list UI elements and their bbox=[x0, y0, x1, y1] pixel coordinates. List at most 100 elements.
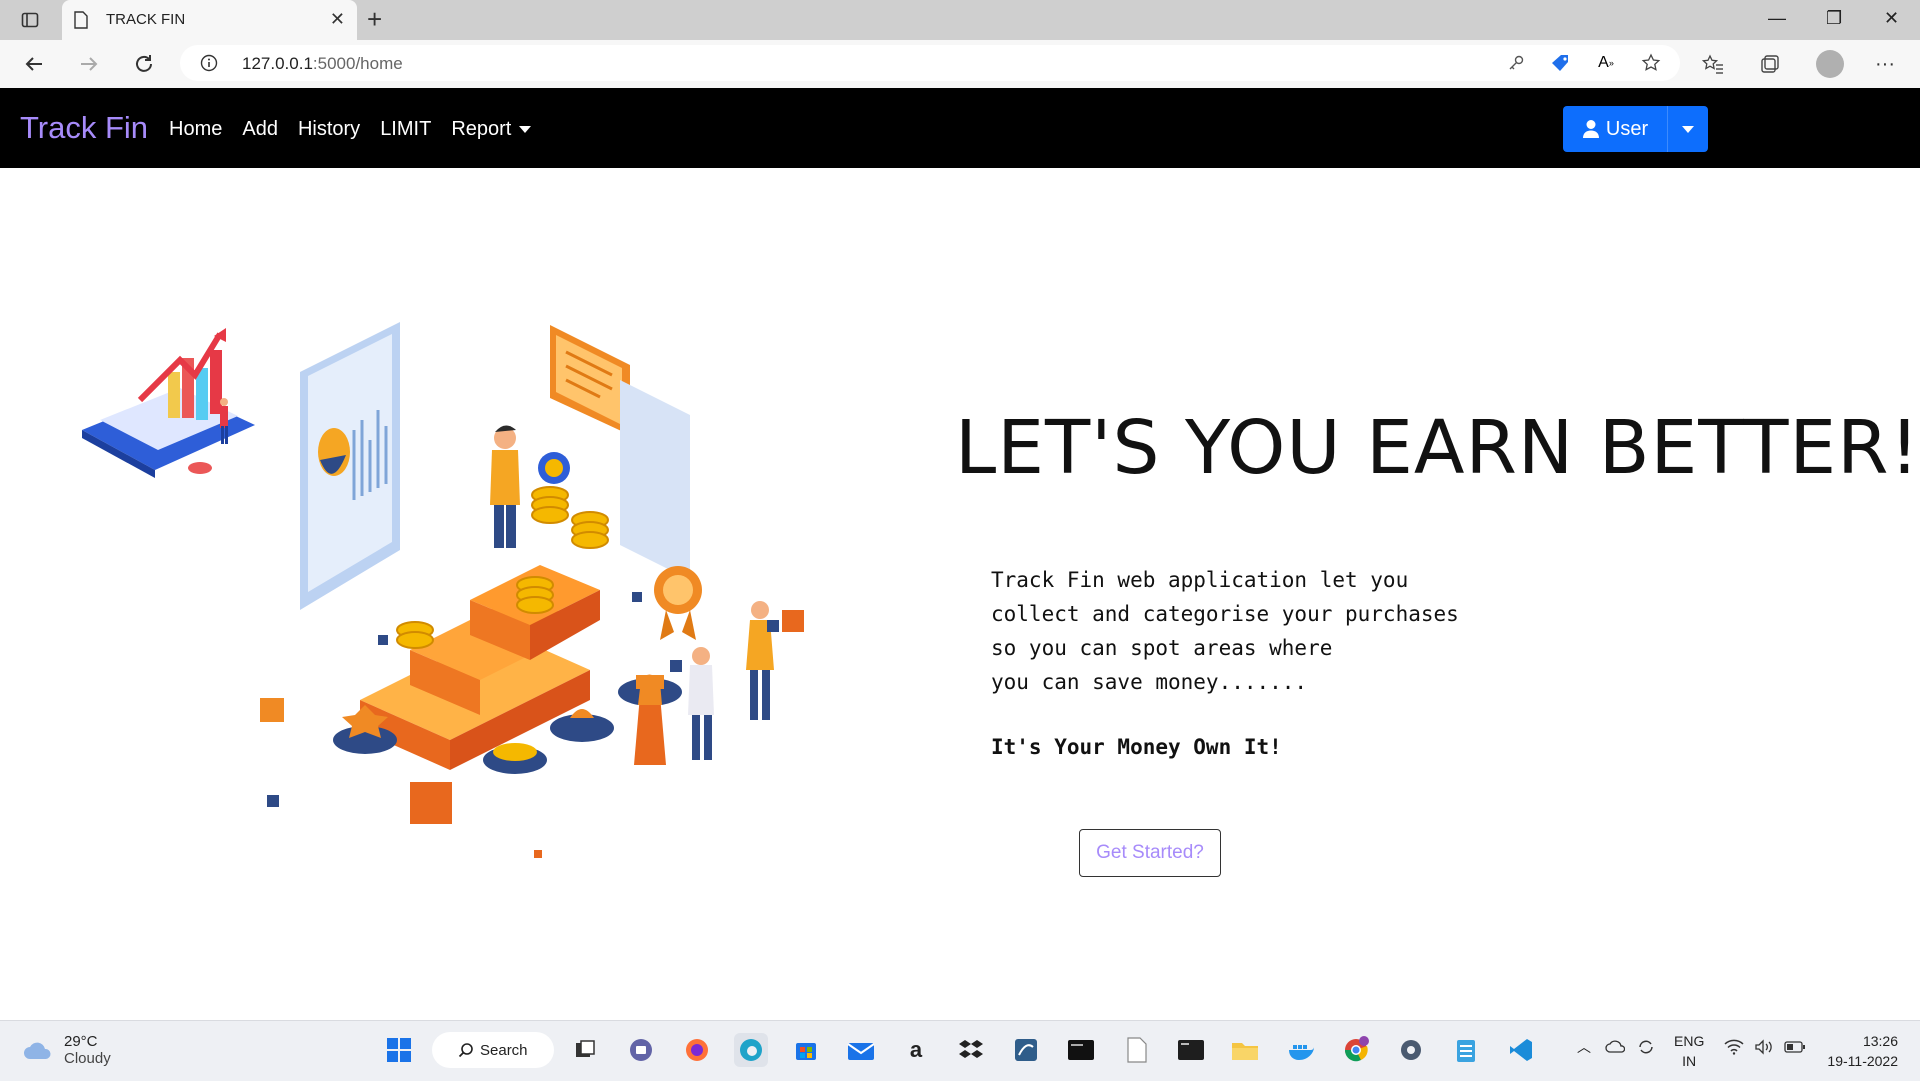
reload-button[interactable] bbox=[130, 50, 158, 78]
language-indicator[interactable]: ENG IN bbox=[1674, 1031, 1704, 1071]
coupon-tag-icon[interactable] bbox=[1550, 52, 1572, 74]
nav-links: Home Add History LIMIT Report bbox=[169, 118, 532, 141]
weather-text: Cloudy bbox=[64, 1050, 111, 1067]
taskbar-clock[interactable]: 13:26 19-11-2022 bbox=[1827, 1031, 1898, 1071]
taskbar-search[interactable]: Search bbox=[432, 1032, 554, 1068]
brand-logo[interactable]: Track Fin bbox=[20, 110, 148, 146]
address-input[interactable]: 127.0.0.1:5000/home A» bbox=[180, 45, 1680, 81]
volume-icon[interactable] bbox=[1754, 1039, 1774, 1058]
edge-icon[interactable] bbox=[734, 1033, 768, 1067]
window-close-icon[interactable]: ✕ bbox=[1884, 8, 1899, 29]
language-text: ENG bbox=[1674, 1033, 1705, 1049]
tab-close-icon[interactable]: ✕ bbox=[330, 9, 345, 30]
get-started-button[interactable]: Get Started? bbox=[1079, 829, 1221, 877]
description-line: Track Fin web application let you bbox=[991, 568, 1409, 592]
nav-report-label: Report bbox=[451, 118, 512, 140]
site-info-icon[interactable] bbox=[200, 54, 218, 72]
finance-illustration bbox=[82, 322, 804, 858]
sync-icon[interactable] bbox=[1636, 1037, 1656, 1060]
vscode-icon[interactable] bbox=[1504, 1033, 1538, 1067]
user-button[interactable]: User bbox=[1563, 106, 1668, 152]
reload-icon bbox=[136, 55, 152, 72]
settings-gear-icon[interactable] bbox=[1394, 1033, 1428, 1067]
chat-bubble bbox=[550, 325, 630, 435]
nav-limit-link[interactable]: LIMIT bbox=[380, 118, 431, 141]
weather-widget[interactable]: 29°C Cloudy bbox=[22, 1033, 111, 1067]
hero-tagline: It's Your Money Own It! bbox=[991, 735, 1282, 759]
minimize-icon[interactable]: — bbox=[1768, 8, 1786, 29]
store-icon[interactable] bbox=[789, 1033, 823, 1067]
page-icon bbox=[74, 11, 88, 29]
description-line: so you can spot areas where bbox=[991, 636, 1333, 660]
read-aloud-icon[interactable]: A» bbox=[1595, 52, 1617, 74]
caret-down-icon bbox=[519, 126, 532, 134]
temperature-text: 29°C bbox=[64, 1033, 98, 1050]
new-tab-icon[interactable]: + bbox=[367, 6, 382, 32]
tab-title: TRACK FIN bbox=[106, 11, 186, 28]
dashboard-panel bbox=[300, 322, 400, 610]
show-hidden-icons[interactable]: ︿ bbox=[1577, 1037, 1591, 1057]
back-arrow-icon bbox=[25, 57, 42, 71]
file-icon[interactable] bbox=[1120, 1033, 1154, 1067]
wifi-icon[interactable] bbox=[1724, 1039, 1744, 1058]
hero-description: Track Fin web application let you collec… bbox=[991, 563, 1459, 699]
battery-icon[interactable] bbox=[1784, 1040, 1806, 1056]
nav-add-link[interactable]: Add bbox=[242, 118, 278, 141]
url-text: 127.0.0.1:5000/home bbox=[242, 54, 403, 73]
start-button[interactable] bbox=[382, 1033, 416, 1067]
amazon-icon[interactable]: a bbox=[899, 1033, 933, 1067]
forward-arrow-icon bbox=[81, 57, 98, 71]
award-badge bbox=[654, 566, 702, 640]
onedrive-cloud-icon[interactable] bbox=[1605, 1039, 1626, 1056]
time-text: 13:26 bbox=[1862, 1033, 1898, 1049]
notepad-icon[interactable] bbox=[1449, 1033, 1483, 1067]
task-view-icon[interactable] bbox=[568, 1033, 602, 1067]
more-menu-icon[interactable]: ··· bbox=[1872, 51, 1898, 77]
collections-icon[interactable] bbox=[1757, 51, 1783, 77]
key-icon[interactable] bbox=[1505, 52, 1527, 74]
add-favorite-icon[interactable] bbox=[1640, 52, 1662, 74]
dropbox-icon[interactable] bbox=[954, 1033, 988, 1067]
teams-chat-icon[interactable] bbox=[624, 1033, 658, 1067]
favorites-icon[interactable] bbox=[1700, 51, 1726, 77]
file-explorer-icon[interactable] bbox=[1228, 1033, 1262, 1067]
user-icon bbox=[1582, 120, 1599, 138]
tab-actions-icon bbox=[21, 12, 39, 28]
user-split-button: User bbox=[1563, 106, 1708, 152]
phone-chart-illustration bbox=[82, 328, 255, 478]
forward-button[interactable] bbox=[75, 50, 103, 78]
address-toolbar: 127.0.0.1:5000/home A» ··· bbox=[0, 40, 1920, 89]
cloud-icon bbox=[24, 1042, 51, 1059]
people-illustration bbox=[634, 601, 774, 765]
person-on-stairs bbox=[490, 425, 570, 548]
description-line: collect and categorise your purchases bbox=[991, 602, 1459, 626]
document-panel bbox=[620, 380, 690, 580]
browser-tab-bar: TRACK FIN ✕ + — ❐ ✕ bbox=[0, 0, 1920, 40]
restore-icon[interactable]: ❐ bbox=[1826, 8, 1842, 29]
profile-avatar-icon[interactable] bbox=[1816, 50, 1844, 78]
user-button-label: User bbox=[1605, 117, 1649, 140]
terminal-icon[interactable] bbox=[1174, 1033, 1208, 1067]
search-icon bbox=[458, 1043, 473, 1058]
docker-icon[interactable] bbox=[1284, 1033, 1318, 1067]
nav-home-link[interactable]: Home bbox=[169, 118, 222, 141]
user-dropdown-toggle[interactable] bbox=[1668, 106, 1708, 152]
chrome-icon[interactable] bbox=[1339, 1033, 1373, 1067]
app-navbar: Track Fin Home Add History LIMIT Report … bbox=[0, 88, 1920, 168]
caret-down-icon bbox=[1682, 125, 1694, 133]
search-label: Search bbox=[480, 1041, 528, 1059]
nav-history-link[interactable]: History bbox=[298, 118, 360, 141]
description-line: you can save money....... bbox=[991, 670, 1308, 694]
firefox-icon[interactable] bbox=[680, 1033, 714, 1067]
date-text: 19-11-2022 bbox=[1827, 1053, 1898, 1069]
tab-actions-button[interactable] bbox=[12, 8, 48, 32]
mail-icon[interactable] bbox=[844, 1033, 878, 1067]
mysql-workbench-icon[interactable] bbox=[1009, 1033, 1043, 1067]
mysql-shell-icon[interactable] bbox=[1064, 1033, 1098, 1067]
back-button[interactable] bbox=[20, 50, 48, 78]
windows-logo-icon bbox=[387, 1038, 411, 1062]
hero-headline: LET'S YOU EARN BETTER! bbox=[955, 405, 1920, 491]
nav-report-dropdown[interactable]: Report bbox=[451, 118, 532, 141]
windows-taskbar: 29°C Cloudy Search a ︿ ENG IN 13:26 19-1… bbox=[0, 1020, 1920, 1081]
browser-tab[interactable]: TRACK FIN ✕ bbox=[62, 0, 357, 40]
